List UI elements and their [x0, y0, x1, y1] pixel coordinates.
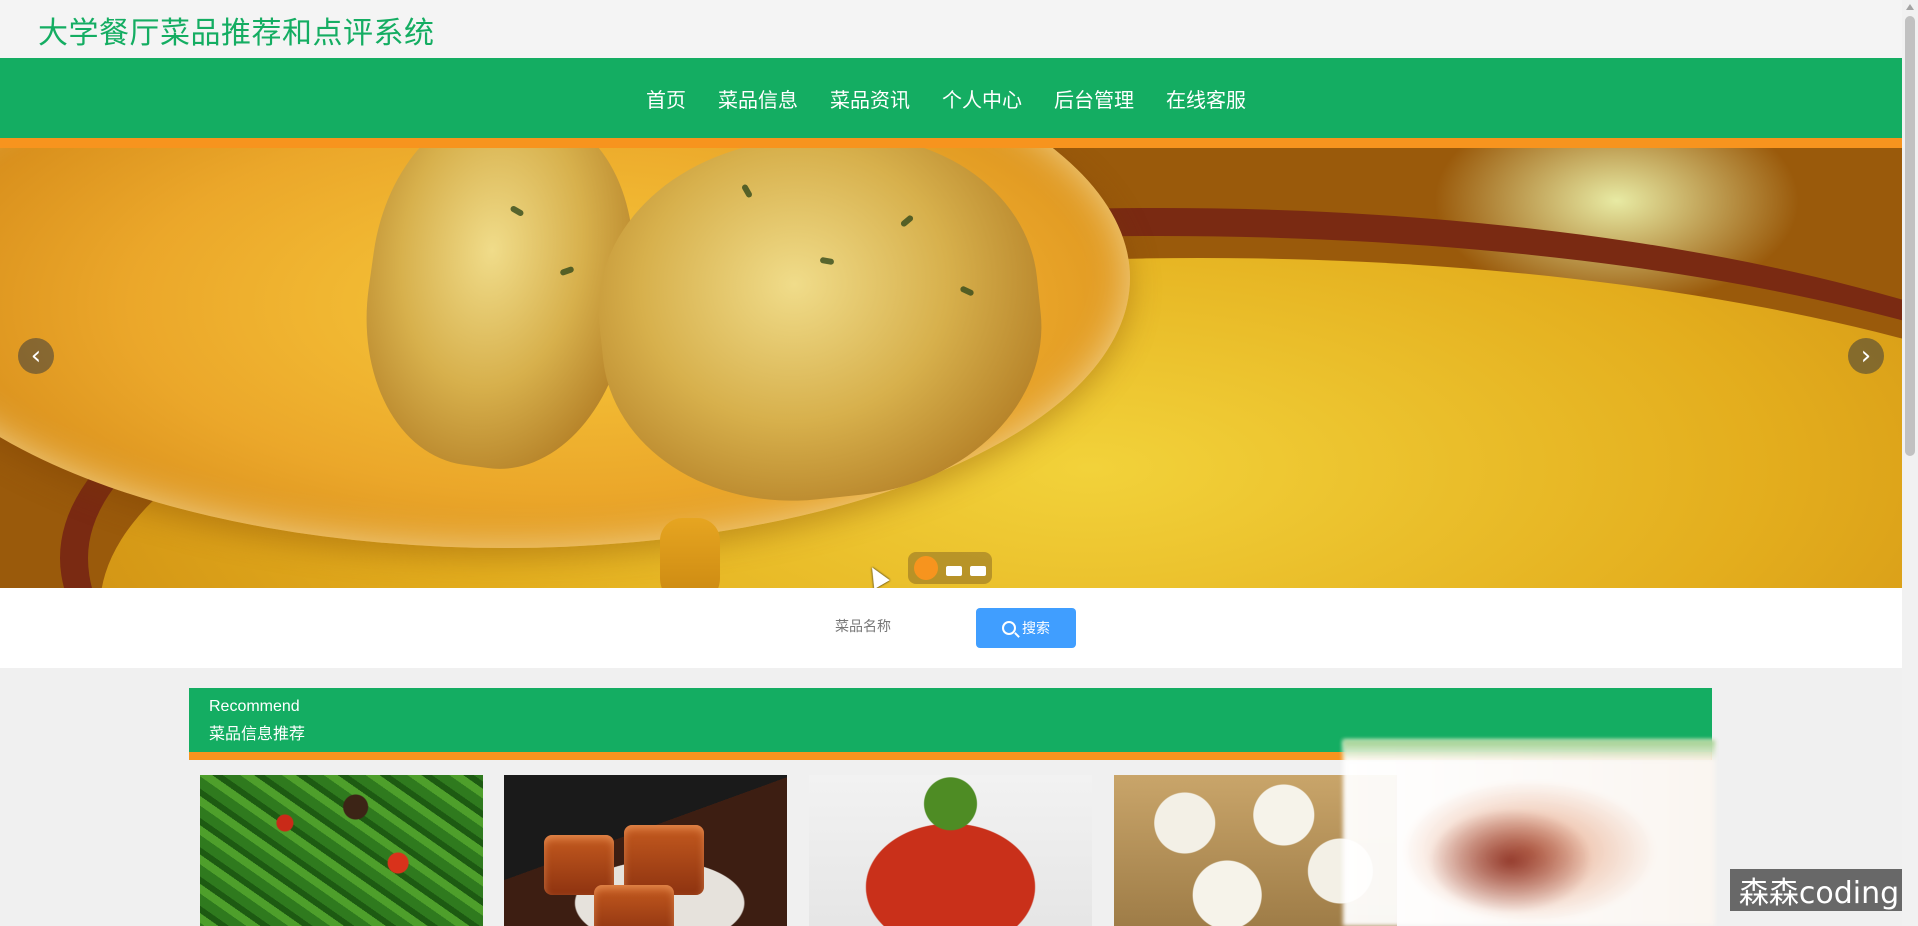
- carousel-slide-image: [0, 148, 1902, 588]
- spoon-drip-image: [660, 518, 720, 588]
- search-button[interactable]: 搜索: [976, 608, 1076, 648]
- chevron-right-icon: ›: [1860, 341, 1872, 371]
- floating-video-overlay-edge: [1343, 740, 1715, 760]
- main-nav: 首页 菜品信息 菜品资讯 个人中心 后台管理 在线客服: [0, 58, 1902, 138]
- carousel-next-button[interactable]: ›: [1848, 338, 1884, 374]
- dish-image: [504, 775, 787, 926]
- dish-name-search-input[interactable]: [828, 612, 960, 642]
- nav-item-personal-center[interactable]: 个人中心: [942, 84, 1022, 113]
- nav-item-dish-info[interactable]: 菜品信息: [718, 84, 798, 113]
- nav-item-online-service[interactable]: 在线客服: [1166, 84, 1246, 113]
- watermark: 森森coding: [1730, 869, 1908, 911]
- search-button-label: 搜索: [1022, 621, 1050, 637]
- site-title: 大学餐厅菜品推荐和点评系统: [38, 16, 435, 51]
- recommend-title-cn: 菜品信息推荐: [209, 724, 306, 743]
- carousel-prev-button[interactable]: ‹: [18, 338, 54, 374]
- carousel-indicator-active[interactable]: [914, 556, 938, 580]
- page: 大学餐厅菜品推荐和点评系统 首页 菜品信息 菜品资讯 个人中心 后台管理 在线客…: [0, 0, 1918, 926]
- dish-card[interactable]: [200, 775, 483, 926]
- dish-card[interactable]: [504, 775, 787, 926]
- dish-image: [809, 775, 1092, 926]
- scroll-up-icon[interactable]: [1906, 4, 1914, 10]
- carousel-indicators: [908, 552, 992, 584]
- chevron-left-icon: ‹: [30, 341, 42, 371]
- nav-item-admin[interactable]: 后台管理: [1054, 84, 1134, 113]
- dish-image: [200, 775, 483, 926]
- floating-video-overlay: [1343, 740, 1715, 926]
- banner-carousel[interactable]: ‹ ›: [0, 148, 1902, 588]
- nav-item-dish-news[interactable]: 菜品资讯: [830, 84, 910, 113]
- nav-item-home[interactable]: 首页: [646, 84, 686, 113]
- search-bar: 搜索: [0, 588, 1902, 668]
- search-icon: [1002, 621, 1016, 635]
- page-scrollbar[interactable]: [1902, 0, 1918, 926]
- carousel-indicator[interactable]: [946, 566, 962, 576]
- nav-accent-stripe: [0, 138, 1902, 148]
- carousel-indicator[interactable]: [970, 566, 986, 576]
- title-bar: 大学餐厅菜品推荐和点评系统: [0, 0, 1902, 58]
- pork-cube: [594, 885, 674, 926]
- dish-card[interactable]: [809, 775, 1092, 926]
- recommend-title-en: Recommend: [209, 698, 300, 715]
- scrollbar-thumb[interactable]: [1905, 16, 1915, 456]
